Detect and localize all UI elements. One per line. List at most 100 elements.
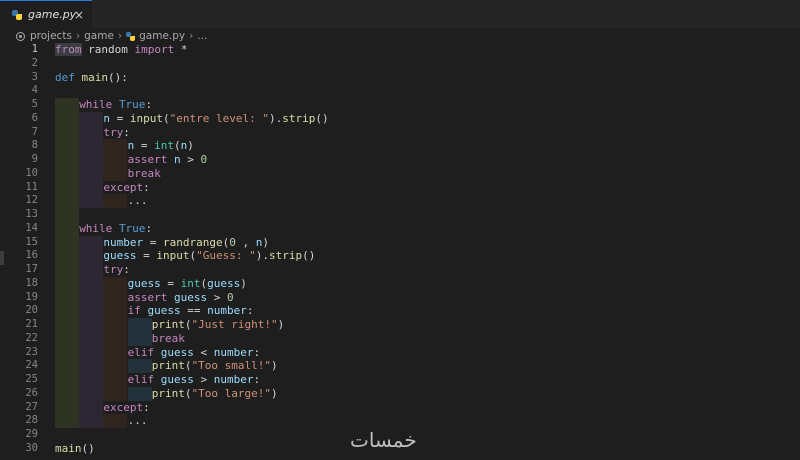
close-icon[interactable]: × <box>74 8 84 22</box>
breadcrumb-file[interactable]: game.py <box>139 30 185 42</box>
code-line[interactable]: 28... <box>0 414 800 428</box>
code-line[interactable]: 16 guess = input("Guess: ").strip() <box>0 249 800 263</box>
line-number: 9 <box>31 153 38 165</box>
indent-guide <box>79 249 104 263</box>
code-line[interactable]: 12... <box>0 194 800 208</box>
code-token: int <box>154 139 174 153</box>
indent-guide <box>79 304 104 318</box>
code-line[interactable]: 9 assert n > 0 <box>0 153 800 167</box>
indent-guide <box>127 331 152 346</box>
breadcrumb-game[interactable]: game <box>84 30 114 42</box>
code-line[interactable]: 15 number = randrange(0 , n) <box>0 235 800 250</box>
indent-guide <box>127 359 152 373</box>
code-token: True <box>118 221 146 235</box>
code-line[interactable]: 26 print("Too large!") <box>0 386 800 401</box>
code-token: () <box>302 249 316 263</box>
code-text: print("Too large!") <box>152 387 278 401</box>
code-token: elif <box>127 373 155 386</box>
code-token: def <box>55 70 75 84</box>
indent-guide <box>79 400 104 415</box>
line-number: 6 <box>31 111 38 124</box>
code-text: from random import * <box>55 43 187 57</box>
code-token: : <box>253 373 261 386</box>
code-line[interactable]: 21 print("Just right!") <box>0 318 800 332</box>
code-line[interactable]: 1 from random import * <box>0 43 800 57</box>
line-number: 15 <box>25 235 38 248</box>
code-text: ... <box>128 194 148 208</box>
code-line[interactable]: 13 <box>0 208 800 222</box>
code-line[interactable]: 22 break <box>0 331 800 346</box>
code-token: import <box>134 43 175 56</box>
code-token: * <box>174 43 188 56</box>
tab-game-py[interactable]: game.py × <box>0 0 92 28</box>
code-line[interactable]: 2 <box>0 57 800 71</box>
indent-guide <box>79 153 104 167</box>
code-line[interactable]: 8 n = int(n) <box>0 139 800 153</box>
chevron-right-icon: › <box>117 30 123 42</box>
code-text: n = int(n) <box>128 139 194 153</box>
code-token: try <box>103 263 124 276</box>
code-token: int <box>180 276 201 290</box>
line-number: 18 <box>25 276 38 289</box>
code-text: print("Just right!") <box>152 318 284 332</box>
code-token: () <box>315 111 329 125</box>
indent-guide <box>103 304 128 318</box>
code-token: ). <box>268 111 283 125</box>
code-token: == <box>180 304 208 318</box>
code-line[interactable]: 6n = input("entre level: ").strip() <box>0 111 800 126</box>
code-token: while <box>79 221 113 235</box>
line-number: 1 <box>31 43 38 55</box>
code-token: 0 <box>226 290 234 304</box>
line-number: 13 <box>25 208 38 220</box>
indent-guide <box>79 166 104 181</box>
chevron-right-icon: › <box>75 30 81 42</box>
code-token: ) <box>271 359 278 373</box>
line-number: 17 <box>25 263 38 275</box>
code-text: break <box>152 332 185 346</box>
code-token: break <box>127 166 161 180</box>
indent-guide <box>55 98 79 112</box>
indent-guide <box>55 276 79 291</box>
indent-guide <box>55 414 79 428</box>
code-line[interactable]: 5 while True: <box>0 98 800 112</box>
indent-guide <box>79 180 104 195</box>
code-line[interactable]: 10 break <box>0 166 800 181</box>
code-line[interactable]: 19 assert guess > 0 <box>0 290 800 305</box>
code-token: < <box>193 345 214 359</box>
code-line[interactable]: 14 while True: <box>0 221 800 236</box>
indent-guide <box>55 263 79 277</box>
indent-guide <box>103 290 128 305</box>
code-token: : <box>143 400 150 414</box>
indent-guide <box>79 125 104 140</box>
indent-guide <box>55 194 79 208</box>
code-line[interactable]: 23 elif guess < number: <box>0 345 800 360</box>
line-number: 23 <box>25 345 38 358</box>
indent-guide <box>79 373 104 387</box>
code-text: if guess == number: <box>128 304 254 318</box>
code-line[interactable]: 18 guess = int(guess) <box>0 276 800 291</box>
code-line[interactable]: 3 def main(): <box>0 71 800 85</box>
indent-guide <box>55 249 79 263</box>
code-line[interactable]: 24 print("Too small!") <box>0 359 800 373</box>
code-line[interactable]: 25 elif guess > number: <box>0 373 800 387</box>
code-token: "Too small!" <box>191 359 272 373</box>
code-line[interactable]: 7 try: <box>0 125 800 140</box>
code-line[interactable]: 20 if guess == number: <box>0 304 800 318</box>
code-line[interactable]: 4 <box>0 84 800 98</box>
code-line[interactable]: 11 except: <box>0 180 800 195</box>
code-text: print("Too small!") <box>152 359 278 373</box>
code-editor[interactable]: 1 from random import * 2 3 def main(): 4 5 whil… <box>0 43 800 456</box>
code-token: = <box>160 276 181 290</box>
code-token: () <box>81 441 95 455</box>
breadcrumb-more[interactable]: ... <box>197 30 207 42</box>
indent-guide <box>79 414 104 428</box>
code-line[interactable]: 17 try: <box>0 263 800 277</box>
folder-circle-icon <box>16 31 25 41</box>
code-line[interactable]: 27 except: <box>0 400 800 415</box>
breadcrumb-projects[interactable]: projects <box>30 30 72 42</box>
indent-guide <box>103 166 128 181</box>
